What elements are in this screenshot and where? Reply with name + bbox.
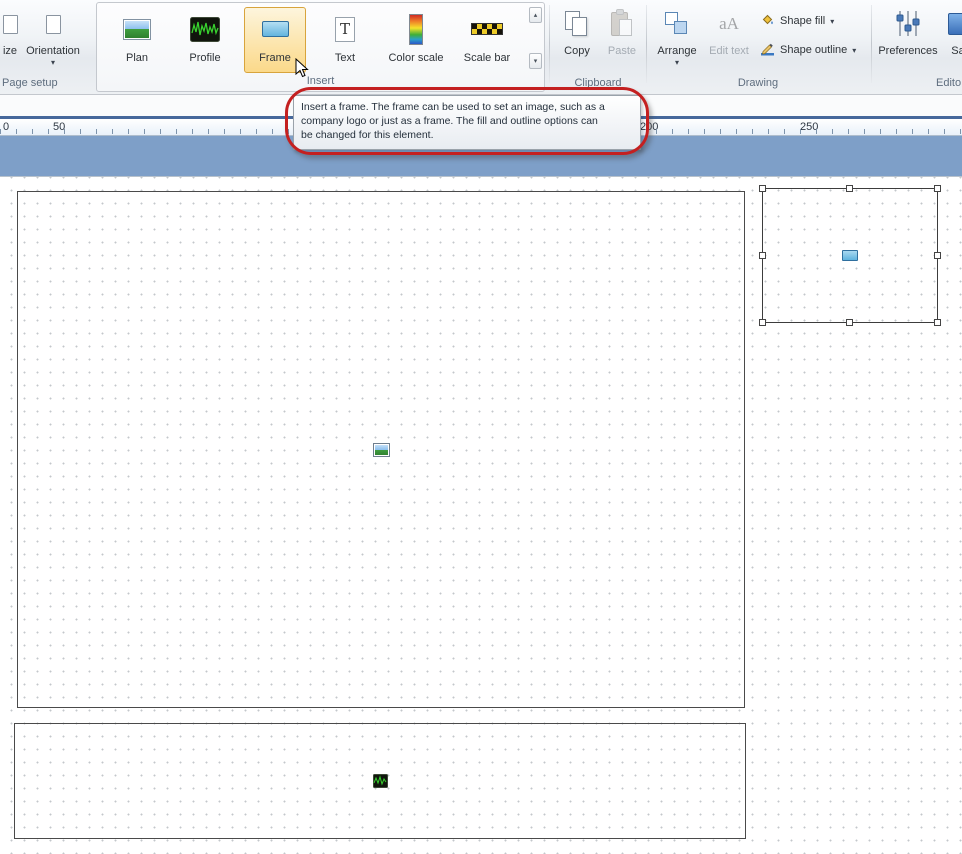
gallery-down-button[interactable]: ▾	[529, 53, 542, 69]
drawing-group-label: Drawing	[720, 77, 796, 89]
edit-text-icon: aA	[705, 5, 753, 43]
paste-label: Paste	[608, 45, 636, 57]
orientation-label: Orientation	[26, 45, 80, 57]
ruler-label: 50	[53, 121, 65, 133]
preferences-button[interactable]: Preferences	[877, 4, 939, 68]
ruler-label: 0	[3, 121, 9, 133]
frame-button[interactable]: Frame	[244, 7, 306, 73]
chevron-down-icon: ▾	[51, 59, 55, 67]
frame-icon	[245, 8, 305, 50]
group-separator	[549, 5, 550, 83]
sliders-icon	[878, 5, 938, 43]
color-scale-label: Color scale	[388, 52, 443, 64]
text-icon: T	[315, 8, 375, 50]
arrange-button[interactable]: Arrange ▾	[651, 4, 703, 68]
layout-editor-workspace: 0 50 200 250	[0, 95, 962, 854]
resize-handle[interactable]	[846, 185, 853, 192]
arrange-icon	[652, 5, 702, 43]
scale-bar-icon	[455, 8, 519, 50]
shape-outline-button[interactable]: Shape outline ▾	[757, 40, 859, 60]
tooltip: Insert a frame. The frame can be used to…	[293, 95, 641, 150]
app-window: ize Orientation ▾ Page setup Plan Profi	[0, 0, 962, 854]
orientation-icon	[23, 5, 83, 43]
insert-group-panel: Plan Profile Frame T Text	[96, 2, 545, 92]
frame-label: Frame	[259, 52, 291, 64]
edit-text-label: Edit text	[709, 45, 749, 57]
resize-handle[interactable]	[759, 185, 766, 192]
group-separator	[871, 5, 872, 83]
copy-button[interactable]: Copy	[554, 4, 600, 62]
plan-label: Plan	[126, 52, 148, 64]
resize-handle[interactable]	[934, 319, 941, 326]
group-separator	[646, 5, 647, 83]
frame-placeholder-icon	[842, 250, 858, 261]
resize-handle[interactable]	[759, 252, 766, 259]
color-scale-button[interactable]: Color scale	[382, 7, 450, 73]
scale-bar-button[interactable]: Scale bar	[454, 7, 520, 73]
ruler-label: 250	[800, 121, 818, 133]
chevron-down-icon: ▾	[852, 46, 856, 55]
arrange-label: Arrange	[657, 45, 696, 57]
scale-bar-label: Scale bar	[464, 52, 510, 64]
orientation-button[interactable]: Orientation ▾	[22, 4, 84, 68]
page-setup-group-label: Page setup	[2, 77, 58, 89]
paste-button: Paste	[600, 4, 644, 62]
save-icon	[937, 5, 962, 43]
resize-handle[interactable]	[759, 319, 766, 326]
resize-handle[interactable]	[934, 185, 941, 192]
tooltip-line: be changed for this element.	[301, 128, 633, 142]
shape-fill-button[interactable]: Shape fill ▾	[757, 11, 837, 31]
ribbon: ize Orientation ▾ Page setup Plan Profi	[0, 0, 962, 95]
editor-group-label: Edito	[936, 77, 961, 89]
plan-button[interactable]: Plan	[106, 7, 168, 73]
tooltip-line: Insert a frame. The frame can be used to…	[301, 100, 633, 114]
profile-placeholder-icon	[373, 774, 388, 788]
plan-frame-element[interactable]	[17, 191, 745, 708]
ruler-label: 200	[640, 121, 658, 133]
edit-text-button: aA Edit text	[704, 4, 754, 68]
chevron-down-icon: ▾	[675, 59, 679, 67]
gallery-up-button[interactable]: ▴	[529, 7, 542, 23]
resize-handle[interactable]	[934, 252, 941, 259]
pen-icon	[760, 41, 775, 59]
plan-placeholder-icon	[373, 443, 390, 457]
selected-image-frame[interactable]	[762, 188, 938, 323]
text-button[interactable]: T Text	[314, 7, 376, 73]
tooltip-line: company logo or just as a frame. The fil…	[301, 114, 633, 128]
text-label: Text	[335, 52, 355, 64]
profile-label: Profile	[189, 52, 220, 64]
paper-size-label: ize	[3, 45, 17, 57]
profile-button[interactable]: Profile	[174, 7, 236, 73]
profile-frame-element[interactable]	[14, 723, 746, 839]
page-canvas[interactable]	[0, 176, 962, 854]
save-button[interactable]: Sa	[936, 4, 962, 68]
chevron-down-icon: ▾	[830, 17, 834, 26]
resize-handle[interactable]	[846, 319, 853, 326]
clipboard-group-label: Clipboard	[556, 77, 640, 89]
color-scale-icon	[383, 8, 449, 50]
save-label: Sa	[951, 45, 962, 57]
plan-icon	[107, 8, 167, 50]
preferences-label: Preferences	[878, 45, 937, 57]
paste-icon	[601, 5, 643, 43]
copy-label: Copy	[564, 45, 590, 57]
profile-icon	[175, 8, 235, 50]
paint-bucket-icon	[760, 12, 775, 30]
copy-icon	[555, 5, 599, 43]
shape-fill-label: Shape fill	[780, 15, 825, 27]
insert-group-label: Insert	[97, 75, 544, 87]
shape-outline-label: Shape outline	[780, 44, 847, 56]
